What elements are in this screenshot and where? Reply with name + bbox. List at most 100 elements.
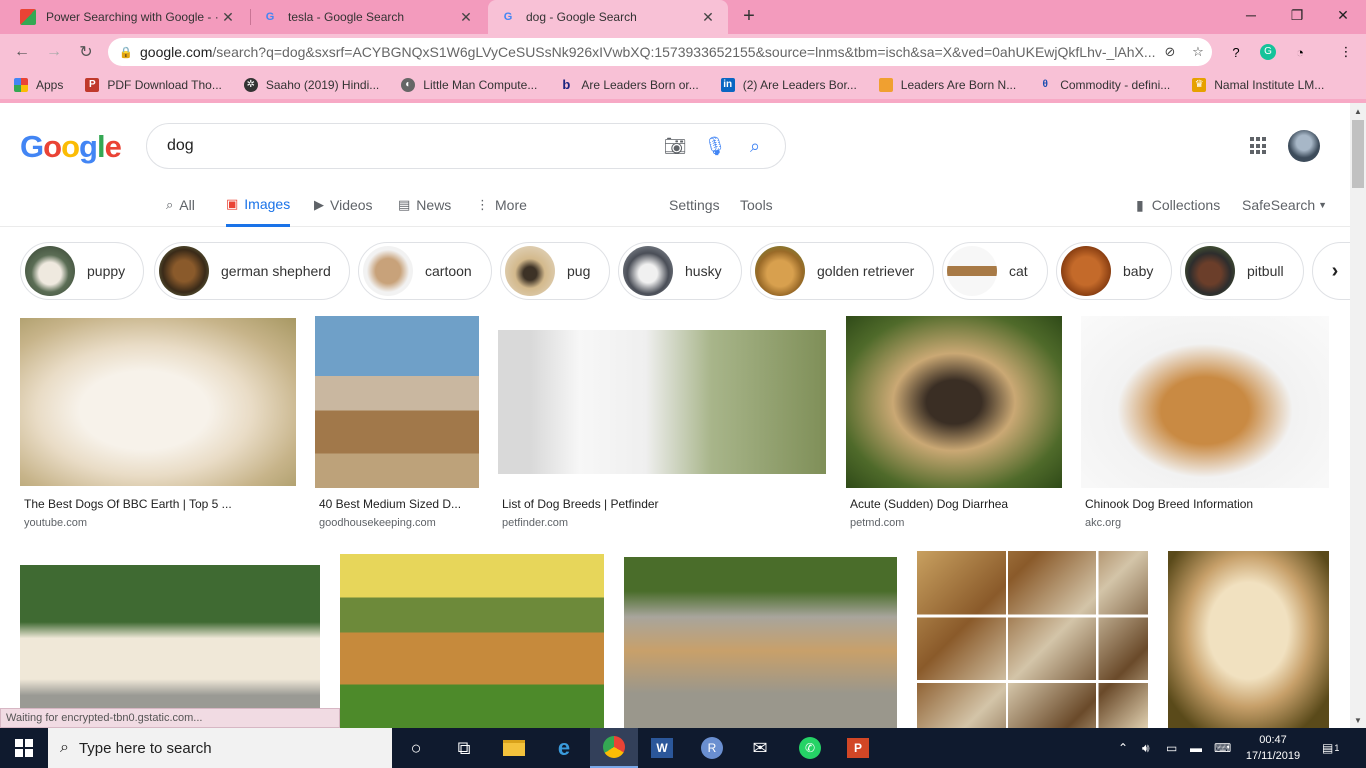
chip-puppy[interactable]: puppy: [20, 242, 144, 300]
tab-tesla-search[interactable]: G tesla - Google Search ✕: [250, 0, 486, 34]
close-tab-icon[interactable]: ✕: [220, 9, 236, 26]
forward-button[interactable]: →: [42, 40, 66, 64]
powerpoint-icon[interactable]: P: [834, 728, 882, 768]
extension-pin-icon[interactable]: ?: [1224, 40, 1248, 64]
volume-icon[interactable]: 🔊︎: [1142, 728, 1150, 768]
avatar[interactable]: [1288, 130, 1320, 162]
image-result[interactable]: [20, 551, 320, 728]
chip-pitbull[interactable]: pitbull: [1180, 242, 1304, 300]
page-scrollbar[interactable]: ▲ ▼: [1350, 103, 1366, 728]
r-app-icon[interactable]: R: [688, 728, 736, 768]
word-icon[interactable]: W: [638, 728, 686, 768]
image-result[interactable]: [917, 551, 1148, 728]
bookmark-saaho[interactable]: ✲ Saaho (2019) Hindi...: [243, 77, 379, 92]
close-tab-icon[interactable]: ✕: [700, 9, 716, 26]
google-logo[interactable]: Google: [20, 129, 122, 165]
bookmark-pdf[interactable]: P PDF Download Tho...: [85, 77, 222, 92]
edge-icon[interactable]: e: [540, 728, 588, 768]
close-window-button[interactable]: ✕: [1320, 0, 1366, 30]
file-explorer-icon[interactable]: [490, 728, 538, 768]
system-clock[interactable]: 00:47 17/11/2019: [1238, 732, 1308, 764]
tab-videos[interactable]: ▶ Videos: [314, 183, 373, 227]
tab-all[interactable]: ⌕ All: [166, 183, 195, 227]
chip-golden-retriever[interactable]: golden retriever: [750, 242, 934, 300]
microphone-icon[interactable]: 🎙︎: [695, 136, 735, 157]
bookmark-apps[interactable]: Apps: [14, 77, 63, 92]
bookmark-namal[interactable]: ♛ Namal Institute LM...: [1192, 77, 1324, 92]
scroll-up-icon[interactable]: ▲: [1350, 103, 1366, 119]
tab-power-searching[interactable]: Power Searching with Google - · ✕: [8, 0, 248, 34]
tools-link[interactable]: Tools: [740, 183, 773, 227]
bookmark-star-icon[interactable]: ☆: [1184, 44, 1212, 60]
extension-icon[interactable]: ◔: [1288, 40, 1312, 64]
google-apps-icon[interactable]: [1250, 137, 1268, 155]
mail-icon[interactable]: ✉: [736, 728, 784, 768]
chip-cartoon[interactable]: cartoon: [358, 242, 492, 300]
camera-icon[interactable]: 📷︎: [655, 136, 695, 157]
minimize-button[interactable]: ─: [1228, 0, 1274, 30]
image-result[interactable]: [1168, 551, 1329, 728]
scroll-down-icon[interactable]: ▼: [1350, 712, 1366, 728]
show-hidden-icons[interactable]: ⌃: [1118, 728, 1128, 768]
search-icon[interactable]: ⌕: [735, 136, 775, 157]
tab-more[interactable]: ⋮ More: [476, 183, 527, 227]
chip-cat[interactable]: cat: [942, 242, 1048, 300]
bookmark-little-man[interactable]: ◐ Little Man Compute...: [401, 77, 537, 92]
result-thumbnail[interactable]: [846, 316, 1062, 488]
bookmark-commodity[interactable]: θ Commodity - defini...: [1038, 78, 1171, 92]
chip-husky[interactable]: husky: [618, 242, 742, 300]
bookmark-leaders-born[interactable]: Leaders Are Born N...: [878, 77, 1016, 92]
reload-button[interactable]: ↻: [74, 40, 98, 64]
image-result[interactable]: [624, 557, 897, 728]
cortana-icon[interactable]: ○: [392, 728, 440, 768]
image-result[interactable]: [340, 554, 604, 728]
result-thumbnail[interactable]: [498, 330, 826, 474]
result-thumbnail[interactable]: [340, 554, 604, 728]
search-input[interactable]: dog: [167, 137, 655, 155]
bookmark-leaders-b[interactable]: b Are Leaders Born or...: [559, 77, 698, 92]
action-center-icon[interactable]: ▤ 1: [1322, 728, 1339, 768]
result-thumbnail[interactable]: [315, 316, 479, 488]
image-result[interactable]: Chinook Dog Breed Information akc.org: [1081, 316, 1329, 529]
address-bar[interactable]: 🔒 google.com/search?q=dog&sxsrf=ACYBGNQx…: [108, 38, 1212, 66]
lock-icon[interactable]: 🔒: [112, 46, 140, 59]
translate-icon[interactable]: ⊘: [1156, 44, 1184, 60]
result-thumbnail[interactable]: [20, 565, 320, 728]
task-view-icon[interactable]: ⧉: [440, 728, 488, 768]
keyboard-icon[interactable]: ⌨: [1214, 728, 1231, 768]
restore-button[interactable]: ❐: [1274, 0, 1320, 30]
battery-icon[interactable]: ▬: [1190, 728, 1202, 768]
whatsapp-icon[interactable]: ✆: [786, 728, 834, 768]
result-thumbnail[interactable]: [624, 557, 897, 728]
safesearch-dropdown[interactable]: SafeSearch ▼: [1242, 183, 1327, 227]
start-button[interactable]: [0, 728, 48, 768]
image-result[interactable]: List of Dog Breeds | Petfinder petfinder…: [498, 316, 826, 529]
chip-german-shepherd[interactable]: german shepherd: [154, 242, 350, 300]
chrome-icon[interactable]: [590, 728, 638, 768]
tab-news[interactable]: ▤ News: [398, 183, 451, 227]
tab-images[interactable]: ▣ Images: [226, 183, 291, 227]
new-tab-button[interactable]: +: [738, 6, 760, 28]
collections-link[interactable]: ▮ Collections: [1136, 183, 1220, 227]
chip-pug[interactable]: pug: [500, 242, 610, 300]
result-thumbnail[interactable]: [20, 318, 296, 486]
grammarly-icon[interactable]: G: [1256, 40, 1280, 64]
taskbar-search[interactable]: ⌕ Type here to search: [48, 728, 392, 768]
image-result[interactable]: The Best Dogs Of BBC Earth | Top 5 ... y…: [20, 316, 296, 529]
settings-link[interactable]: Settings: [669, 183, 720, 227]
result-thumbnail[interactable]: [1081, 316, 1329, 488]
chrome-menu-icon[interactable]: ⋮: [1334, 40, 1358, 64]
search-box[interactable]: dog 📷︎ 🎙︎ ⌕: [146, 123, 786, 169]
image-result[interactable]: 40 Best Medium Sized D... goodhousekeepi…: [315, 316, 479, 529]
chip-baby[interactable]: baby: [1056, 242, 1172, 300]
result-thumbnail[interactable]: [1168, 551, 1329, 728]
tab-dog-search[interactable]: G dog - Google Search ✕: [488, 0, 728, 34]
network-icon[interactable]: ▭: [1166, 728, 1177, 768]
result-thumbnail[interactable]: [917, 551, 1148, 728]
chevron-right-icon[interactable]: ›: [1312, 242, 1350, 300]
close-tab-icon[interactable]: ✕: [458, 9, 474, 26]
scrollbar-thumb[interactable]: [1352, 120, 1364, 188]
image-result[interactable]: Acute (Sudden) Dog Diarrhea petmd.com: [846, 316, 1062, 529]
back-button[interactable]: ←: [10, 40, 34, 64]
bookmark-linkedin[interactable]: in (2) Are Leaders Bor...: [720, 77, 857, 92]
